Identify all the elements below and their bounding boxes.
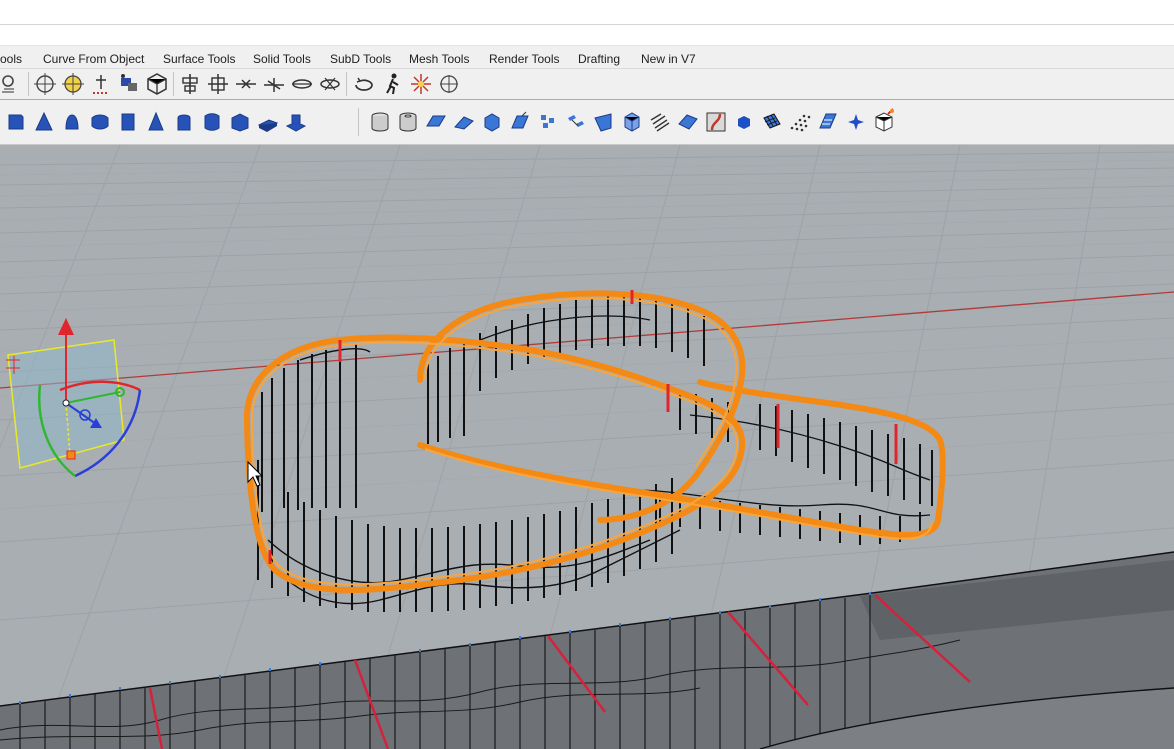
subd-bridge-icon[interactable]	[564, 110, 588, 134]
subd-flip-icon[interactable]	[676, 110, 700, 134]
target-icon[interactable]	[437, 72, 461, 96]
solid-pyramid-icon[interactable]	[144, 110, 168, 134]
solid-cylinder-icon[interactable]	[116, 110, 140, 134]
zoom-icon[interactable]	[0, 72, 24, 96]
perspective-viewport[interactable]	[0, 145, 1174, 749]
solid-cone-icon[interactable]	[32, 110, 56, 134]
view-cube-icon[interactable]	[145, 72, 169, 96]
tab-new-in-v7[interactable]: New in V7	[641, 52, 696, 66]
subd-star-icon[interactable]	[844, 110, 868, 134]
tab-render-tools[interactable]: Render Tools	[489, 52, 560, 66]
viewport-canvas	[0, 145, 1174, 749]
subd-tube-icon[interactable]	[396, 110, 420, 134]
named-view-icon[interactable]	[117, 72, 141, 96]
rotate-view-icon[interactable]	[352, 72, 376, 96]
walk-icon[interactable]	[381, 72, 405, 96]
solid-pipe-icon[interactable]	[200, 110, 224, 134]
solid-ellipsoid-icon[interactable]	[172, 110, 196, 134]
separator	[28, 72, 29, 96]
subd-convert-icon[interactable]	[872, 108, 896, 132]
subd-sweep-icon[interactable]	[592, 110, 616, 134]
snap-target-icon[interactable]	[33, 72, 57, 96]
subd-mesh-icon[interactable]	[760, 110, 784, 134]
separator	[173, 72, 174, 96]
separator	[346, 72, 347, 96]
solid-box-icon[interactable]	[4, 110, 28, 134]
subd-cylinder-icon[interactable]	[368, 110, 392, 134]
solid-wedge-icon[interactable]	[228, 110, 252, 134]
command-history	[0, 0, 1174, 25]
separator	[358, 108, 359, 136]
gumball-align-icon[interactable]	[89, 72, 113, 96]
tab-drafting[interactable]: Drafting	[578, 52, 620, 66]
solid-torus-icon[interactable]	[88, 110, 112, 134]
command-prompt[interactable]	[0, 25, 1174, 46]
subd-face-icon[interactable]	[452, 110, 476, 134]
solid-slab-icon[interactable]	[284, 110, 308, 134]
subd-pointcloud-icon[interactable]	[788, 110, 812, 134]
subd-box-icon[interactable]	[620, 110, 644, 134]
subd-cube-icon[interactable]	[480, 110, 504, 134]
split-icon[interactable]	[234, 72, 258, 96]
orient-icon[interactable]	[262, 72, 286, 96]
solid-extrude-icon[interactable]	[256, 110, 280, 134]
toolbar-row-2	[0, 100, 1174, 145]
toolbar-row-1	[0, 69, 1174, 99]
subd-grid-icon[interactable]	[536, 110, 560, 134]
subd-crease-icon[interactable]	[704, 110, 728, 134]
toolbar-tab-strip: ools Curve From Object Surface Tools Sol…	[0, 46, 1174, 69]
align-icon[interactable]	[178, 72, 202, 96]
subd-point-icon[interactable]	[732, 110, 756, 134]
tab-mesh-tools[interactable]: Mesh Tools	[409, 52, 469, 66]
solid-sphere-icon[interactable]	[60, 110, 84, 134]
light-icon[interactable]	[409, 72, 433, 96]
distribute-icon[interactable]	[206, 72, 230, 96]
snap-center-icon[interactable]	[61, 72, 85, 96]
tab-subd-tools[interactable]: SubD Tools	[330, 52, 391, 66]
subd-loft-icon[interactable]	[508, 110, 532, 134]
tab-solid-tools[interactable]: Solid Tools	[253, 52, 311, 66]
subd-plane-icon[interactable]	[424, 110, 448, 134]
tab-curve-from-object[interactable]: Curve From Object	[43, 52, 144, 66]
subd-stripes-icon[interactable]	[648, 110, 672, 134]
subd-ribbon-icon[interactable]	[816, 110, 840, 134]
mirror-icon[interactable]	[290, 72, 314, 96]
tab-surface-tools[interactable]: Surface Tools	[163, 52, 236, 66]
tab-tools[interactable]: ools	[0, 52, 22, 66]
array-icon[interactable]	[318, 72, 342, 96]
